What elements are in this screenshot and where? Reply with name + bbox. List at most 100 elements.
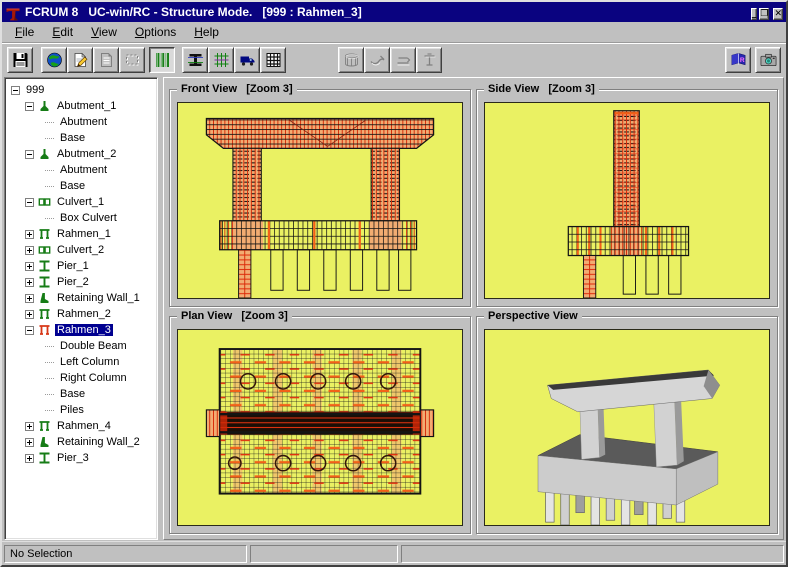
- title-bar: FCRUM 8 UC-win/RC - Structure Mode. [999…: [2, 2, 786, 22]
- tree-item-rahmen-3[interactable]: Rahmen_3: [9, 322, 157, 338]
- tree-expand-icon[interactable]: [25, 277, 34, 287]
- perspective-view-groupbox: Perspective View: [476, 309, 778, 534]
- tree-connector: [45, 377, 54, 379]
- tree-item-label: Piles: [60, 404, 84, 416]
- application-window: { "window": { "title": "FCRUM 8 UC-win/R…: [0, 0, 788, 567]
- restore-button[interactable]: ❐: [759, 8, 770, 20]
- tree-expand-icon[interactable]: [25, 421, 34, 431]
- tree-item-label: Base: [60, 180, 86, 192]
- tree-expand-icon[interactable]: [25, 261, 34, 271]
- window-title: FCRUM 8 UC-win/RC - Structure Mode. [999…: [25, 5, 362, 19]
- globe-button[interactable]: [41, 47, 67, 73]
- tree-item-piles[interactable]: Piles: [9, 402, 157, 418]
- menu-bar: File Edit View Options Help: [2, 22, 786, 43]
- tree-item-pier-2[interactable]: Pier_2: [9, 274, 157, 290]
- snapshot-button[interactable]: [755, 47, 781, 73]
- menu-file[interactable]: File: [6, 23, 43, 42]
- tree-item-abutment[interactable]: Abutment: [9, 162, 157, 178]
- tree-connector: [45, 393, 54, 395]
- tree-item-label: 999: [26, 84, 45, 96]
- tree-item-culvert-2[interactable]: Culvert_2: [9, 242, 157, 258]
- tree-item-left-column[interactable]: Left Column: [9, 354, 157, 370]
- tree-item-rahmen-4[interactable]: Rahmen_4: [9, 418, 157, 434]
- edit-document-icon: [72, 52, 89, 68]
- rebar-button[interactable]: [208, 47, 234, 73]
- tree-item-label: Retaining Wall_1: [57, 292, 140, 304]
- tree-item-abutment[interactable]: Abutment: [9, 114, 157, 130]
- tree-item-base[interactable]: Base: [9, 178, 157, 194]
- culvert-icon: [38, 196, 51, 208]
- rahmen-icon: [38, 308, 51, 320]
- rahmen-icon: [38, 228, 51, 240]
- tree-item-abutment-1[interactable]: Abutment_1: [9, 98, 157, 114]
- menu-help[interactable]: Help: [185, 23, 228, 42]
- tree-item-base[interactable]: Base: [9, 130, 157, 146]
- front-view-drawing: [205, 117, 435, 298]
- front-view-title: Front View [Zoom 3]: [177, 82, 297, 96]
- tree-expand-icon[interactable]: [25, 229, 34, 239]
- front-view-canvas[interactable]: [177, 102, 463, 299]
- side-view-groupbox: Side View [Zoom 3]: [476, 82, 778, 307]
- structure-columns-icon: [154, 52, 171, 68]
- minimize-button[interactable]: _: [750, 8, 758, 20]
- tree-expand-icon[interactable]: [25, 437, 34, 447]
- tree-collapse-icon[interactable]: [25, 149, 34, 159]
- tree-collapse-icon[interactable]: [11, 85, 20, 95]
- model-tree: 999 Abutment_1 Abutment Base Abutment_2 Abutm…: [4, 77, 158, 540]
- status-section-0: No Selection: [4, 545, 247, 563]
- structure-mode-button[interactable]: [149, 47, 175, 73]
- tree-item-double-beam[interactable]: Double Beam: [9, 338, 157, 354]
- tree-expand-icon[interactable]: [25, 245, 34, 255]
- tree-item-retaining-wall-2[interactable]: Retaining Wall_2: [9, 434, 157, 450]
- hoop-bar-icon: [421, 52, 438, 68]
- tree-item-pier-1[interactable]: Pier_1: [9, 258, 157, 274]
- tree-connector: [45, 137, 54, 139]
- tree-item-rahmen-2[interactable]: Rahmen_2: [9, 306, 157, 322]
- tree-connector: [45, 361, 54, 363]
- table-button[interactable]: [260, 47, 286, 73]
- tree-item-base[interactable]: Base: [9, 386, 157, 402]
- tree-item-label: Base: [60, 388, 86, 400]
- close-button[interactable]: ✕: [773, 8, 783, 20]
- tree-item-pier-3[interactable]: Pier_3: [9, 450, 157, 466]
- tree-expand-icon[interactable]: [25, 293, 34, 303]
- save-button[interactable]: [7, 47, 33, 73]
- tree-item-rahmen-1[interactable]: Rahmen_1: [9, 226, 157, 242]
- load-truck-button[interactable]: [234, 47, 260, 73]
- menu-edit[interactable]: Edit: [43, 23, 82, 42]
- pier-icon: [38, 452, 51, 464]
- tree-expand-icon[interactable]: [25, 453, 34, 463]
- view-grid: Front View [Zoom 3] Side View [Zoom 3] P…: [163, 77, 784, 540]
- tree-item-abutment-2[interactable]: Abutment_2: [9, 146, 157, 162]
- menu-options[interactable]: Options: [126, 23, 185, 42]
- tree-item-retaining-wall-1[interactable]: Retaining Wall_1: [9, 290, 157, 306]
- tree-collapse-icon[interactable]: [25, 101, 34, 111]
- globe-icon: [46, 52, 63, 68]
- tree-item-label: Culvert_2: [57, 244, 105, 256]
- tree-connector: [45, 217, 54, 219]
- front-view-groupbox: Front View [Zoom 3]: [169, 82, 471, 307]
- tree-collapse-icon[interactable]: [25, 325, 34, 335]
- abutment-icon: [38, 148, 51, 160]
- reference-book-icon: R: [730, 52, 747, 68]
- tree-item-box-culvert[interactable]: Box Culvert: [9, 210, 157, 226]
- tree-expand-icon[interactable]: [25, 309, 34, 319]
- tree-item-999[interactable]: 999: [9, 82, 157, 98]
- tree-item-label: Abutment: [60, 164, 108, 176]
- menu-view[interactable]: View: [82, 23, 126, 42]
- selection-icon: [124, 52, 141, 68]
- bend-bar-button: [390, 47, 416, 73]
- edit-document-button[interactable]: [67, 47, 93, 73]
- side-view-canvas[interactable]: [484, 102, 770, 299]
- reference-book-button[interactable]: R: [725, 47, 751, 73]
- pier-icon: [38, 276, 51, 288]
- section-button[interactable]: [182, 47, 208, 73]
- perspective-view-canvas[interactable]: [484, 329, 770, 526]
- tree-item-label: Pier_1: [57, 260, 89, 272]
- tree-item-right-column[interactable]: Right Column: [9, 370, 157, 386]
- tree-item-culvert-1[interactable]: Culvert_1: [9, 194, 157, 210]
- retaining-wall-icon: [38, 436, 51, 448]
- tree-collapse-icon[interactable]: [25, 197, 34, 207]
- plan-view-canvas[interactable]: [177, 329, 463, 526]
- tree-item-label: Retaining Wall_2: [57, 436, 140, 448]
